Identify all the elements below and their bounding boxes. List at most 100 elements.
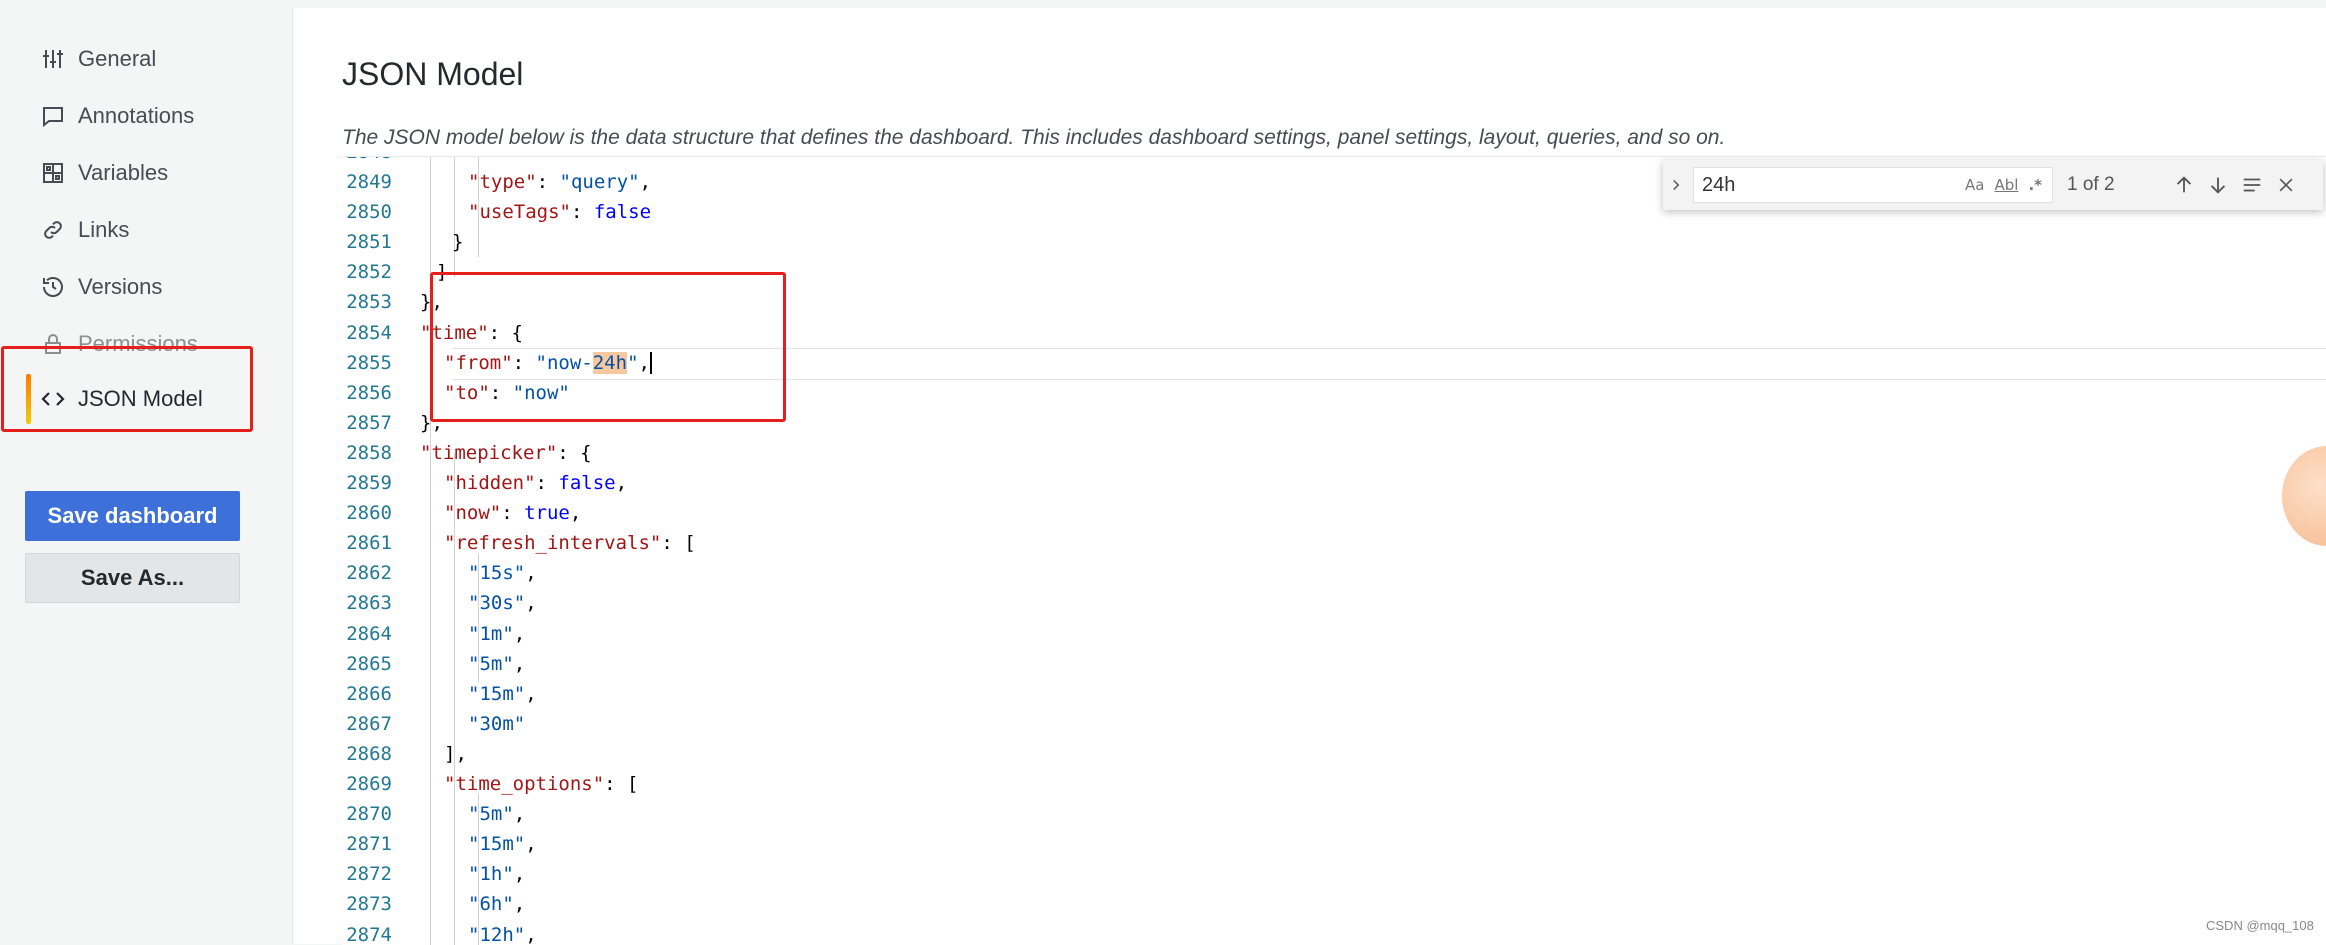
history-icon (40, 274, 66, 300)
line-number: 2859 (342, 472, 392, 494)
find-in-selection-icon[interactable] (2235, 174, 2269, 196)
sidebar-item-variables[interactable]: Variables (0, 145, 260, 201)
code-line: "30m" (468, 713, 525, 735)
close-icon[interactable] (2269, 175, 2303, 195)
indent-guide (454, 157, 455, 277)
code-token: "6h" (468, 893, 514, 915)
code-token: , (514, 623, 525, 645)
code-line: "1h", (468, 863, 525, 885)
code-line: "6h", (468, 893, 525, 915)
code-line: ] (436, 261, 447, 283)
line-number: 2858 (342, 442, 392, 464)
match-case-icon[interactable]: Aa (1965, 176, 1984, 194)
line-number: 2866 (342, 683, 392, 705)
page-title: JSON Model (342, 56, 523, 93)
code-token: , (514, 653, 525, 675)
sidebar-item-annotations[interactable]: Annotations (0, 88, 260, 144)
code-token: : (536, 472, 559, 494)
code-line: ], (444, 743, 467, 765)
code-line: }, (420, 291, 443, 313)
arrow-down-icon[interactable] (2201, 174, 2235, 196)
arrow-up-icon[interactable] (2167, 174, 2201, 196)
code-token: "30s" (468, 592, 525, 614)
watermark: CSDN @mqq_108 (2206, 918, 2314, 933)
code-token: : { (557, 442, 591, 464)
sidebar-item-permissions[interactable]: Permissions (0, 316, 260, 372)
save-as-button[interactable]: Save As... (25, 553, 240, 603)
sliders-icon (40, 46, 66, 72)
current-line-highlight (452, 348, 2326, 380)
code-token: "1m" (468, 623, 514, 645)
code-icon (40, 386, 66, 412)
line-number: 2872 (342, 863, 392, 885)
code-token: " (627, 352, 638, 374)
line-number: 2849 (342, 171, 392, 193)
regex-icon[interactable]: .* (2028, 176, 2042, 194)
code-line: "useTags": false (468, 201, 651, 223)
code-token: "15s" (468, 562, 525, 584)
code-token: "to" (444, 382, 490, 404)
code-line: "5m", (468, 653, 525, 675)
code-token: , (616, 472, 627, 494)
chevron-right-icon[interactable] (1663, 176, 1689, 194)
line-number: 2868 (342, 743, 392, 765)
code-token: , (514, 803, 525, 825)
line-number-partial: 2848 (342, 156, 392, 163)
code-token: , (640, 171, 651, 193)
code-token: , (514, 893, 525, 915)
code-token: false (558, 472, 615, 494)
sidebar-item-general[interactable]: General (0, 31, 260, 87)
code-token: "5m" (468, 803, 514, 825)
sidebar-item-label: Permissions (78, 331, 198, 357)
indent-guide (430, 157, 431, 945)
sidebar: General Annotations Variables Links Vers… (0, 0, 290, 944)
code-token: } (452, 231, 463, 253)
line-number: 2865 (342, 653, 392, 675)
sidebar-item-json-model[interactable]: JSON Model (0, 371, 260, 427)
find-input[interactable]: 24h Aa Abl .* (1693, 167, 2053, 203)
sidebar-item-label: JSON Model (78, 386, 203, 412)
code-line: "hidden": false, (444, 472, 627, 494)
code-line: "1m", (468, 623, 525, 645)
sidebar-item-label: Variables (78, 160, 168, 186)
code-token: "15m" (468, 683, 525, 705)
line-number: 2856 (342, 382, 392, 404)
line-number: 2851 (342, 231, 392, 253)
line-number: 2855 (342, 352, 392, 374)
line-number: 2864 (342, 623, 392, 645)
line-number: 2874 (342, 924, 392, 945)
code-token: "useTags" (468, 201, 571, 223)
line-number: 2854 (342, 322, 392, 344)
code-token: "from" (444, 352, 513, 374)
save-dashboard-button[interactable]: Save dashboard (25, 491, 240, 541)
find-input-value: 24h (1702, 174, 1965, 197)
code-token: "time_options" (444, 773, 604, 795)
code-token: , (525, 592, 536, 614)
sidebar-item-label: General (78, 46, 156, 72)
code-line: "15s", (468, 562, 537, 584)
code-token: "query" (560, 171, 640, 193)
code-token: false (594, 201, 651, 223)
code-token: : (537, 171, 560, 193)
code-line: "type": "query", (468, 171, 651, 193)
whole-word-icon[interactable]: Abl (1995, 176, 2019, 194)
grid-icon (40, 160, 66, 186)
indent-guide (454, 453, 455, 945)
code-token: , (525, 562, 536, 584)
line-number: 2871 (342, 833, 392, 855)
code-token: }, (420, 412, 443, 434)
code-token: , (525, 924, 536, 945)
code-token: ], (444, 743, 467, 765)
sidebar-item-links[interactable]: Links (0, 202, 260, 258)
code-token: "now" (444, 502, 501, 524)
code-token: : [ (661, 532, 695, 554)
code-token: : (513, 352, 536, 374)
line-number: 2873 (342, 893, 392, 915)
code-token: "12h" (468, 924, 525, 945)
code-line: "5m", (468, 803, 525, 825)
code-token: : (490, 382, 513, 404)
line-number: 2869 (342, 773, 392, 795)
sidebar-item-versions[interactable]: Versions (0, 259, 260, 315)
json-editor[interactable]: 2848 2849"type": "query",2850"useTags": … (342, 156, 2326, 945)
code-token: "5m" (468, 653, 514, 675)
